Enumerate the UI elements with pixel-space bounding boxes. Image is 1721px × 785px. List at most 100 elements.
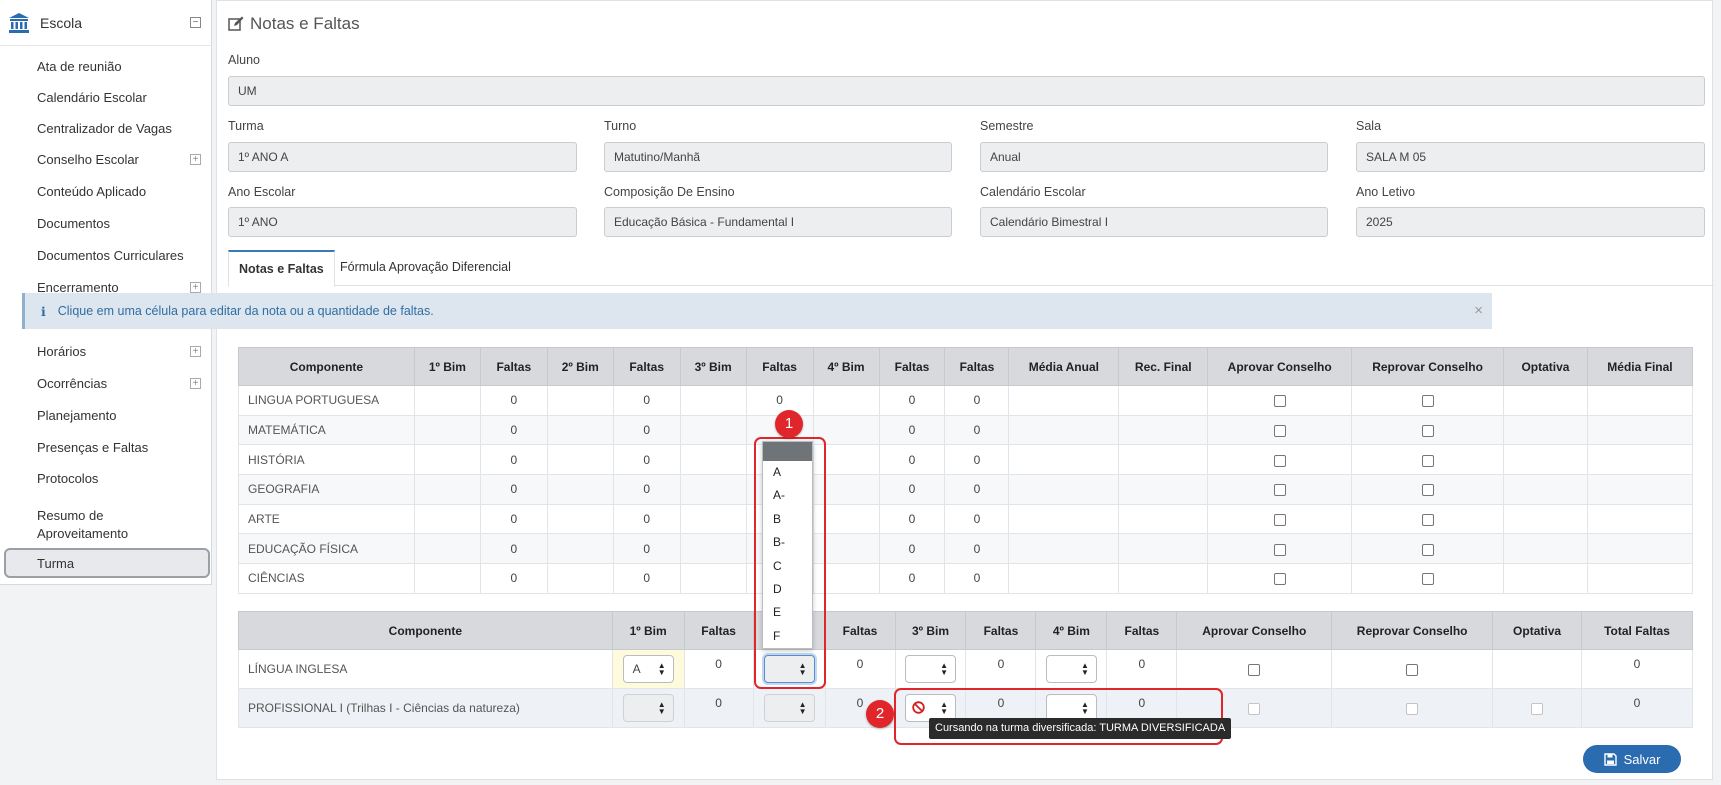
sidebar-item-ocorrencias[interactable]: Ocorrências + bbox=[0, 368, 211, 398]
expand-plus-icon[interactable]: + bbox=[190, 345, 201, 357]
grade-cell[interactable]: A ▲ ▼ bbox=[611, 649, 685, 689]
sidebar-item-horarios[interactable]: Horários + bbox=[0, 336, 211, 366]
grade-select[interactable]: ▲ ▼ bbox=[1045, 655, 1097, 683]
absence-cell[interactable]: 0 bbox=[612, 563, 681, 594]
expand-plus-icon[interactable]: + bbox=[190, 281, 201, 293]
grade-cell[interactable] bbox=[679, 444, 747, 476]
reject-council-checkbox[interactable] bbox=[1421, 395, 1434, 408]
grade-cell[interactable] bbox=[413, 563, 481, 594]
sidebar-item-planejamento[interactable]: Planejamento bbox=[0, 400, 211, 430]
grade-cell[interactable] bbox=[413, 503, 481, 535]
absence-cell[interactable]: 0 bbox=[479, 385, 548, 416]
grade-cell[interactable]: ▲ ▼ bbox=[752, 688, 826, 728]
sidebar-header[interactable]: Escola − bbox=[0, 0, 211, 46]
sidebar-item-conteudo-aplicado[interactable]: Conteúdo Aplicado bbox=[0, 176, 211, 206]
grade-cell[interactable] bbox=[679, 474, 747, 505]
reject-council-checkbox[interactable] bbox=[1421, 543, 1434, 556]
final-recovery-cell[interactable] bbox=[1118, 563, 1209, 594]
grade-cell[interactable] bbox=[546, 444, 614, 476]
reject-council-checkbox-cell[interactable] bbox=[1351, 414, 1504, 446]
reject-council-checkbox-cell[interactable] bbox=[1351, 474, 1504, 505]
grade-cell[interactable] bbox=[546, 533, 614, 565]
absence-cell[interactable]: 0 bbox=[479, 414, 548, 446]
grade-select[interactable]: A ▲ ▼ bbox=[622, 655, 674, 683]
sidebar-item-resumo-de-aproveitamento[interactable]: Resumo de Aproveitamento bbox=[0, 505, 211, 545]
approve-council-checkbox[interactable] bbox=[1273, 395, 1286, 408]
absence-cell[interactable]: 0 bbox=[479, 563, 548, 594]
final-recovery-cell[interactable] bbox=[1118, 503, 1209, 535]
grade-cell[interactable] bbox=[413, 385, 481, 416]
close-icon[interactable]: × bbox=[1474, 302, 1483, 319]
absence-cell[interactable]: 0 bbox=[878, 444, 946, 476]
grade-cell[interactable] bbox=[679, 385, 747, 416]
reject-council-checkbox[interactable] bbox=[1421, 573, 1434, 586]
absence-cell[interactable]: 0 bbox=[612, 444, 681, 476]
absence-cell[interactable]: 0 bbox=[479, 474, 548, 505]
approve-council-checkbox[interactable] bbox=[1248, 663, 1261, 676]
absence-cell[interactable]: 0 bbox=[824, 649, 896, 689]
absence-cell[interactable]: 0 bbox=[612, 533, 681, 565]
absence-cell[interactable]: 0 bbox=[965, 649, 1037, 689]
approve-council-checkbox-cell[interactable] bbox=[1207, 533, 1353, 565]
absence-cell[interactable]: 0 bbox=[683, 649, 754, 689]
final-recovery-cell[interactable] bbox=[1118, 414, 1209, 446]
sidebar-item-documentos[interactable]: Documentos bbox=[0, 208, 211, 238]
grade-cell[interactable] bbox=[413, 444, 481, 476]
sidebar-item-documentos-curriculares[interactable]: Documentos Curriculares bbox=[0, 240, 211, 270]
absence-cell[interactable]: 0 bbox=[878, 385, 946, 416]
reject-council-checkbox-cell[interactable] bbox=[1351, 503, 1504, 535]
minus-square-icon[interactable]: − bbox=[190, 17, 201, 28]
reject-council-checkbox[interactable] bbox=[1421, 484, 1434, 497]
sidebar-item-turma[interactable]: Turma bbox=[4, 548, 210, 578]
approve-council-checkbox-cell[interactable] bbox=[1207, 385, 1353, 416]
reject-council-checkbox[interactable] bbox=[1421, 424, 1434, 437]
tab-notas-e-faltas[interactable]: Notas e Faltas bbox=[228, 250, 335, 287]
approve-council-checkbox[interactable] bbox=[1273, 573, 1286, 586]
grade-cell[interactable] bbox=[546, 503, 614, 535]
grade-cell[interactable] bbox=[546, 414, 614, 446]
grade-cell[interactable] bbox=[546, 474, 614, 505]
sidebar-item-presencas-e-faltas[interactable]: Presenças e Faltas bbox=[0, 432, 211, 462]
approve-council-checkbox-cell[interactable] bbox=[1207, 474, 1353, 505]
grade-cell[interactable] bbox=[413, 474, 481, 505]
absence-cell[interactable]: 0 bbox=[612, 503, 681, 535]
reject-council-checkbox-cell[interactable] bbox=[1351, 444, 1504, 476]
final-recovery-cell[interactable] bbox=[1118, 533, 1209, 565]
grade-cell[interactable] bbox=[679, 414, 747, 446]
expand-plus-icon[interactable]: + bbox=[190, 377, 201, 389]
absence-cell[interactable]: 0 bbox=[745, 385, 814, 416]
sidebar-item-calendario-escolar[interactable]: Calendário Escolar bbox=[0, 82, 211, 112]
grade-cell[interactable] bbox=[812, 385, 880, 416]
grade-cell[interactable] bbox=[546, 385, 614, 416]
reject-council-checkbox[interactable] bbox=[1421, 513, 1434, 526]
final-recovery-cell[interactable] bbox=[1118, 385, 1209, 416]
approve-council-checkbox[interactable] bbox=[1273, 424, 1286, 437]
absence-cell[interactable]: 0 bbox=[878, 563, 946, 594]
reject-council-checkbox-cell[interactable] bbox=[1351, 385, 1504, 416]
absence-cell[interactable]: 0 bbox=[479, 533, 548, 565]
grade-cell[interactable] bbox=[679, 533, 747, 565]
absence-cell[interactable]: 0 bbox=[612, 414, 681, 446]
sidebar-item-ata-de-reuniao[interactable]: Ata de reunião bbox=[0, 51, 211, 81]
approve-council-checkbox-cell[interactable] bbox=[1207, 503, 1353, 535]
sidebar-item-centralizador-de-vagas[interactable]: Centralizador de Vagas bbox=[0, 113, 211, 143]
final-recovery-cell[interactable] bbox=[1118, 474, 1209, 505]
grade-cell[interactable] bbox=[679, 563, 747, 594]
grade-select[interactable]: ▲ ▼ bbox=[904, 655, 956, 683]
absence-cell[interactable]: 0 bbox=[878, 414, 946, 446]
approve-council-checkbox[interactable] bbox=[1273, 513, 1286, 526]
approve-council-checkbox-cell[interactable] bbox=[1207, 563, 1353, 594]
approve-council-checkbox-cell[interactable] bbox=[1207, 444, 1353, 476]
absence-cell[interactable]: 0 bbox=[683, 688, 754, 728]
approve-council-checkbox-cell[interactable] bbox=[1207, 414, 1353, 446]
reject-council-checkbox[interactable] bbox=[1406, 663, 1419, 676]
absence-cell[interactable]: 0 bbox=[878, 503, 946, 535]
absence-cell[interactable]: 0 bbox=[479, 444, 548, 476]
absence-cell[interactable]: 0 bbox=[1106, 649, 1178, 689]
grade-cell[interactable] bbox=[679, 503, 747, 535]
reject-council-checkbox-cell[interactable] bbox=[1351, 533, 1504, 565]
approve-council-checkbox[interactable] bbox=[1273, 454, 1286, 467]
approve-council-checkbox[interactable] bbox=[1273, 484, 1286, 497]
save-button[interactable]: Salvar bbox=[1583, 745, 1681, 773]
reject-council-checkbox[interactable] bbox=[1421, 454, 1434, 467]
